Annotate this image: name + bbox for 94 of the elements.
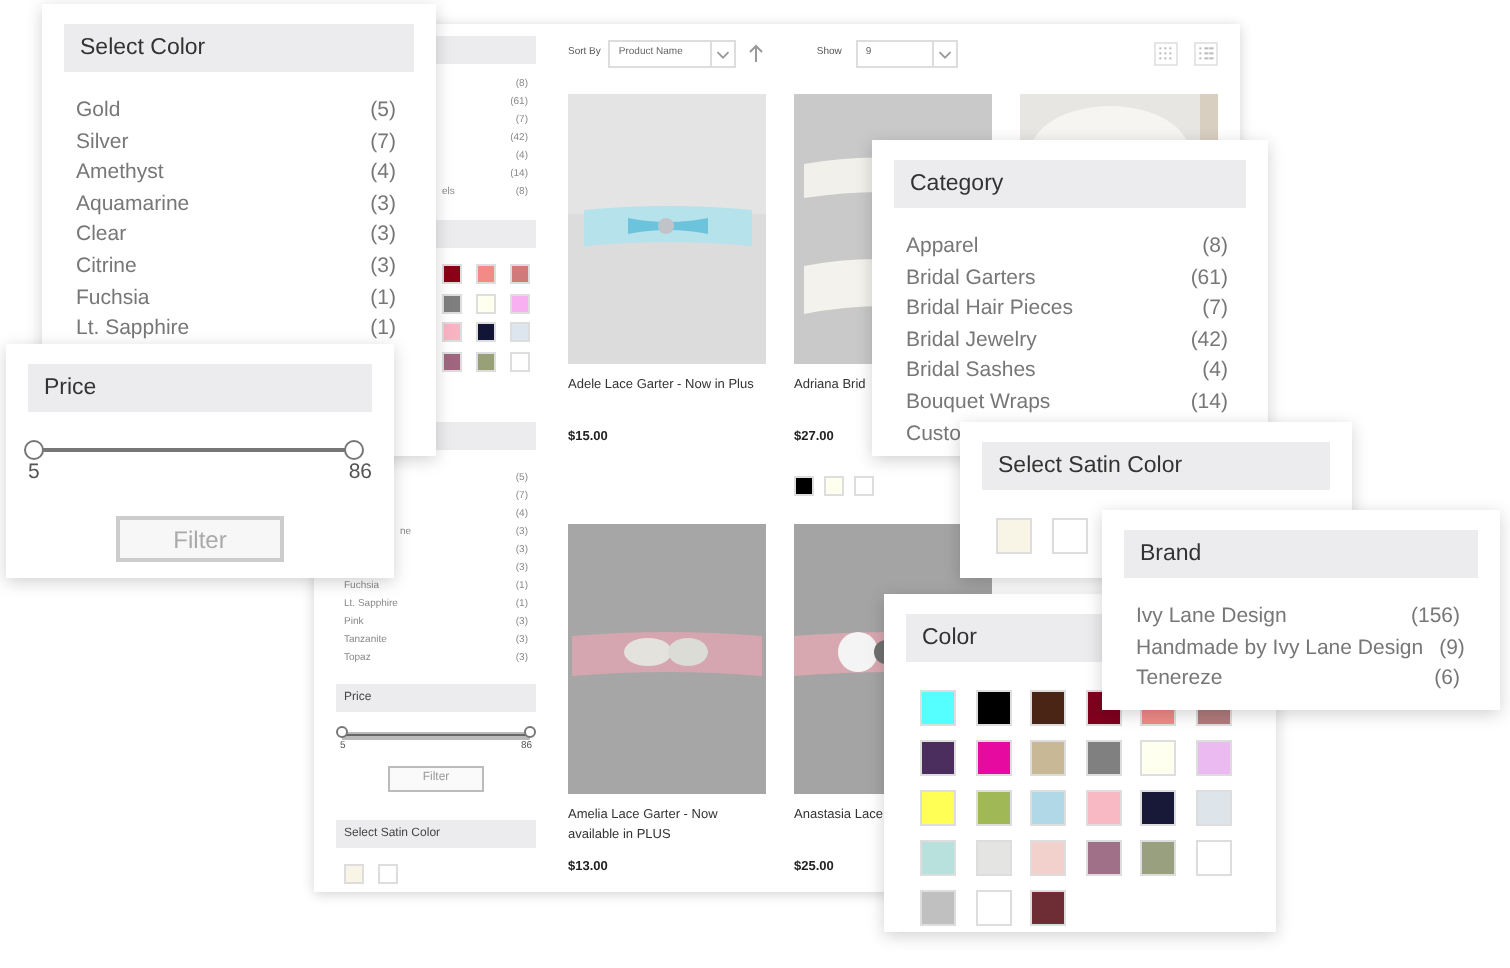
item-count: (6) xyxy=(1434,664,1460,695)
item-count: (3) xyxy=(370,251,396,282)
color-swatch[interactable] xyxy=(1140,790,1177,826)
color-swatch[interactable] xyxy=(975,890,1012,926)
color-swatch[interactable] xyxy=(1195,840,1232,876)
color-swatch[interactable] xyxy=(1140,740,1177,776)
color-swatch[interactable] xyxy=(975,840,1012,876)
color-swatch[interactable] xyxy=(1140,840,1177,876)
color-swatch[interactable] xyxy=(1195,740,1232,776)
color-swatch[interactable] xyxy=(476,322,496,342)
item-count: (8) xyxy=(1202,232,1228,262)
color-swatch[interactable] xyxy=(1195,790,1232,826)
color-swatch[interactable] xyxy=(975,740,1012,776)
color-swatch[interactable] xyxy=(920,790,956,826)
item-count: (7) xyxy=(370,127,396,158)
filter-option[interactable]: Fuchsia xyxy=(76,283,150,315)
list-view-icon xyxy=(1194,42,1218,66)
price-slider[interactable] xyxy=(342,731,530,739)
filter-option[interactable]: Lt. Sapphire xyxy=(76,314,190,346)
color-swatch[interactable] xyxy=(1030,790,1067,826)
item-count: (14) xyxy=(1190,387,1228,418)
caret-icon xyxy=(931,42,956,66)
color-swatch[interactable] xyxy=(920,890,956,926)
item-count: (4) xyxy=(1202,356,1228,387)
filter-option[interactable]: Aquamarine xyxy=(76,189,190,221)
color-swatch[interactable] xyxy=(510,351,530,371)
item-count: (61) xyxy=(1190,263,1228,294)
color-swatch[interactable] xyxy=(344,864,364,884)
color-swatch[interactable] xyxy=(442,351,462,371)
color-swatch[interactable] xyxy=(824,476,844,496)
color-swatch[interactable] xyxy=(510,322,530,342)
color-swatch[interactable] xyxy=(975,690,1012,726)
color-swatch[interactable] xyxy=(510,293,530,313)
color-swatch[interactable] xyxy=(442,264,462,284)
color-swatch[interactable] xyxy=(920,690,956,726)
item-count: (5) xyxy=(370,96,396,126)
panel-header: Category xyxy=(894,160,1246,208)
caret-icon xyxy=(710,42,735,66)
slider-handle[interactable] xyxy=(24,440,44,460)
color-swatch[interactable] xyxy=(854,476,874,496)
filter-option[interactable]: Apparel xyxy=(906,232,979,264)
slider-handle[interactable] xyxy=(336,725,348,737)
panel-header: Brand xyxy=(1124,530,1478,578)
price-min: 5 xyxy=(28,460,40,484)
filter-option[interactable]: Bridal Jewelry xyxy=(906,325,1037,357)
item-count: (156) xyxy=(1410,602,1460,632)
color-swatch[interactable] xyxy=(476,293,496,313)
item-count: (4) xyxy=(370,158,396,189)
color-swatch[interactable] xyxy=(442,322,462,342)
panel-header: Price xyxy=(28,364,372,412)
color-swatch[interactable] xyxy=(378,864,398,884)
color-swatch[interactable] xyxy=(1030,840,1067,876)
color-swatch[interactable] xyxy=(996,518,1032,554)
filter-option[interactable]: Custo xyxy=(906,419,961,451)
item-count: (1) xyxy=(370,314,396,345)
color-swatch[interactable] xyxy=(510,264,530,284)
color-swatch[interactable] xyxy=(1085,840,1122,876)
filter-option[interactable]: Silver xyxy=(76,127,129,159)
slider-handle[interactable] xyxy=(344,440,364,460)
grid-view-icon xyxy=(1154,42,1178,66)
color-swatch[interactable] xyxy=(794,476,814,496)
filter-option[interactable]: Clear xyxy=(76,220,127,252)
panel-header: Select Color xyxy=(64,24,414,72)
color-swatch[interactable] xyxy=(1085,790,1122,826)
panel-header: Select Satin Color xyxy=(982,442,1330,490)
color-swatch[interactable] xyxy=(1030,690,1067,726)
filter-option[interactable]: Bouquet Wraps xyxy=(906,387,1051,420)
color-swatch[interactable] xyxy=(975,790,1012,826)
color-swatch[interactable] xyxy=(476,351,496,371)
item-count: (1) xyxy=(370,283,396,314)
item-count: (3) xyxy=(370,189,396,220)
color-swatch[interactable] xyxy=(1030,890,1067,926)
filter-option[interactable]: Bridal Sashes xyxy=(906,356,1036,388)
price-slider[interactable] xyxy=(28,440,360,460)
color-swatch[interactable] xyxy=(476,264,496,284)
color-swatch[interactable] xyxy=(1051,518,1088,554)
filter-option[interactable]: Amethyst xyxy=(76,158,164,190)
color-swatch[interactable] xyxy=(1030,740,1067,776)
color-swatch[interactable] xyxy=(920,740,956,776)
sort-arrow-icon xyxy=(748,44,765,64)
price-max: 86 xyxy=(348,460,372,484)
color-swatch[interactable] xyxy=(1085,740,1122,776)
item-count: (42) xyxy=(1190,325,1228,356)
item-count: (9) xyxy=(1439,633,1465,664)
color-swatch[interactable] xyxy=(442,293,462,313)
filter-option[interactable]: Gold xyxy=(76,96,121,128)
color-swatch[interactable] xyxy=(920,840,956,876)
filter-option[interactable]: Tenereze xyxy=(1136,664,1223,696)
item-count: (3) xyxy=(370,220,396,251)
slider-handle[interactable] xyxy=(524,725,536,737)
item-count: (7) xyxy=(1202,294,1228,325)
filter-option[interactable]: Bridal Hair Pieces xyxy=(906,294,1073,326)
filter-option[interactable]: Bridal Garters xyxy=(906,263,1036,295)
filter-option[interactable]: Citrine xyxy=(76,251,137,284)
